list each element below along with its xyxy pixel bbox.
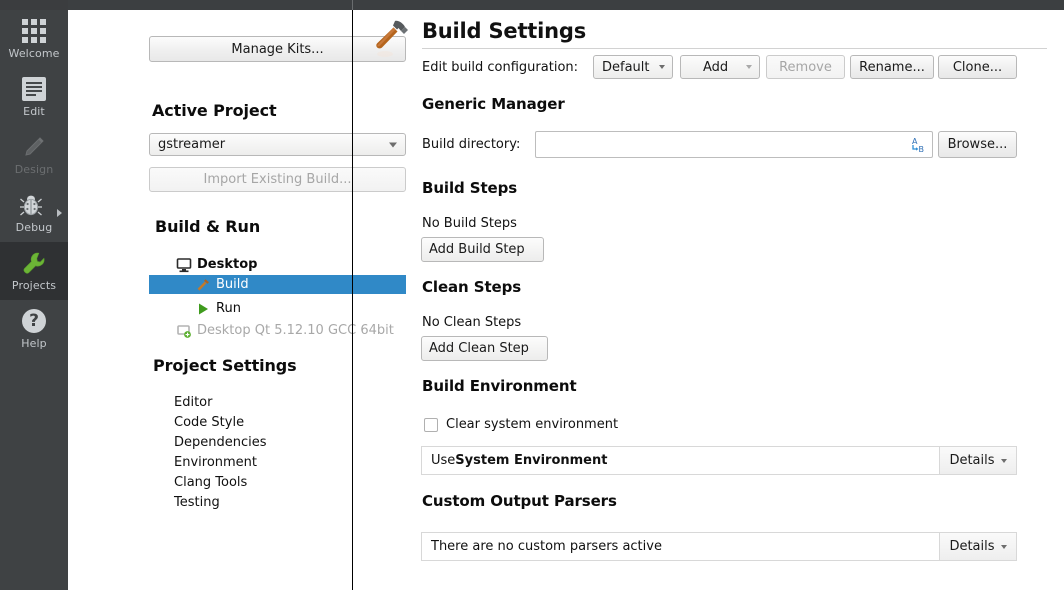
monitor-add-icon <box>176 323 192 339</box>
sidebar-label-edit: Edit <box>23 105 45 118</box>
document-icon <box>21 76 47 102</box>
play-icon <box>195 301 211 317</box>
generic-manager-heading: Generic Manager <box>422 95 565 113</box>
title-bar <box>0 0 1064 10</box>
active-project-value: gstreamer <box>158 137 226 152</box>
build-configuration-value: Default <box>602 59 650 75</box>
environment-name: System Environment <box>455 453 608 468</box>
grid-icon <box>21 18 47 44</box>
question-icon: ? <box>21 308 47 334</box>
custom-output-parsers-summary-text: There are no custom parsers active <box>421 532 939 561</box>
active-project-select[interactable]: gstreamer <box>149 133 406 156</box>
page-title: Build Settings <box>422 19 587 43</box>
monitor-icon <box>176 257 192 273</box>
project-settings-item-clang-tools[interactable]: Clang Tools <box>174 475 247 490</box>
mode-selector-bar: Welcome Edit Design Debug Projects ? Hel… <box>0 10 68 590</box>
build-configuration-select[interactable]: Default <box>593 55 673 79</box>
project-settings-item-code-style[interactable]: Code Style <box>174 415 244 430</box>
add-build-step-button[interactable]: Add Build Step <box>421 237 544 262</box>
hammer-icon <box>195 277 211 293</box>
chevron-down-icon <box>1000 458 1007 463</box>
no-build-steps-text: No Build Steps <box>422 216 517 231</box>
chevron-down-icon <box>659 65 665 69</box>
no-clean-steps-text: No Clean Steps <box>422 315 522 330</box>
sidebar-item-design: Design <box>0 126 68 184</box>
sidebar-label-help: Help <box>21 337 47 350</box>
details-label: Details <box>949 453 995 468</box>
sidebar-label-projects: Projects <box>11 279 57 292</box>
sidebar-item-debug[interactable]: Debug <box>0 184 68 242</box>
project-settings-item-dependencies[interactable]: Dependencies <box>174 435 267 450</box>
tree-item-kit[interactable]: Desktop Qt 5.12.10 GCC 64bit <box>176 321 394 340</box>
tree-label-build: Build <box>216 277 249 292</box>
build-environment-heading: Build Environment <box>422 377 577 395</box>
clone-configuration-button[interactable]: Clone... <box>938 55 1017 79</box>
pencil-icon <box>21 134 47 160</box>
tree-item-run[interactable]: Run <box>195 299 241 318</box>
svg-text:A: A <box>912 137 918 146</box>
use-prefix: Use <box>431 453 456 468</box>
title-bar-left-segment <box>0 0 68 10</box>
wrench-icon <box>21 250 47 276</box>
title-underline <box>422 48 1047 49</box>
tree-item-desktop[interactable]: Desktop <box>176 255 257 274</box>
clear-system-environment-row[interactable]: Clear system environment <box>424 417 618 432</box>
tree-label-kit: Desktop Qt 5.12.10 GCC 64bit <box>197 323 394 338</box>
bug-icon <box>18 192 44 218</box>
sidebar-item-help[interactable]: ? Help <box>0 300 68 358</box>
project-tree-panel: Manage Kits... Active Project gstreamer … <box>68 10 406 590</box>
add-configuration-label: Add <box>703 59 729 75</box>
project-settings-item-testing[interactable]: Testing <box>174 495 220 510</box>
remove-configuration-button: Remove <box>766 55 845 79</box>
project-settings-item-environment[interactable]: Environment <box>174 455 257 470</box>
add-clean-step-label: Add Clean Step <box>429 341 529 356</box>
import-existing-build-button: Import Existing Build... <box>149 167 406 192</box>
active-project-heading: Active Project <box>152 101 277 120</box>
sidebar-item-welcome[interactable]: Welcome <box>0 10 68 68</box>
chevron-right-icon[interactable] <box>57 209 62 217</box>
build-and-run-heading: Build & Run <box>155 217 261 236</box>
sidebar-item-projects[interactable]: Projects <box>0 242 68 300</box>
tree-label-desktop: Desktop <box>197 257 258 272</box>
custom-output-parsers-summary: There are no custom parsers active Detai… <box>421 532 1017 561</box>
sidebar-item-edit[interactable]: Edit <box>0 68 68 126</box>
build-environment-summary: Use System Environment Details <box>421 446 1017 475</box>
title-bar-divider <box>352 0 353 10</box>
add-configuration-button[interactable]: Add <box>680 55 760 79</box>
chevron-down-icon <box>1000 544 1007 549</box>
clean-steps-heading: Clean Steps <box>422 278 522 296</box>
qt-creator-window: Welcome Edit Design Debug Projects ? Hel… <box>0 0 1064 590</box>
sidebar-label-welcome: Welcome <box>8 47 60 60</box>
tree-item-build[interactable]: Build <box>149 275 406 294</box>
variable-chooser-icon[interactable]: A B <box>909 136 927 154</box>
add-build-step-label: Add Build Step <box>429 242 525 257</box>
clear-system-environment-label: Clear system environment <box>446 417 619 432</box>
build-directory-label: Build directory: <box>422 137 521 152</box>
build-environment-details-button[interactable]: Details <box>939 446 1017 475</box>
project-settings-item-editor[interactable]: Editor <box>174 395 212 410</box>
sidebar-label-debug: Debug <box>15 221 53 234</box>
svg-text:B: B <box>919 145 925 154</box>
build-directory-input[interactable]: A B <box>535 131 933 158</box>
details-label: Details <box>949 539 995 554</box>
custom-output-parsers-details-button[interactable]: Details <box>939 532 1017 561</box>
rename-configuration-button[interactable]: Rename... <box>850 55 934 79</box>
manage-kits-button[interactable]: Manage Kits... <box>149 36 406 62</box>
browse-button[interactable]: Browse... <box>938 131 1017 158</box>
build-environment-summary-text: Use System Environment <box>421 446 939 475</box>
panel-divider <box>352 10 353 590</box>
clear-system-environment-checkbox[interactable] <box>424 417 438 432</box>
sidebar-label-design: Design <box>14 163 54 176</box>
hammer-icon <box>371 17 413 61</box>
add-clean-step-button[interactable]: Add Clean Step <box>421 336 548 361</box>
tree-label-run: Run <box>216 301 241 316</box>
custom-output-parsers-heading: Custom Output Parsers <box>422 492 617 510</box>
project-settings-heading: Project Settings <box>153 356 297 375</box>
edit-build-configuration-label: Edit build configuration: <box>422 60 579 75</box>
build-steps-heading: Build Steps <box>422 179 518 197</box>
chevron-down-icon <box>389 142 397 147</box>
chevron-down-icon <box>746 65 752 69</box>
